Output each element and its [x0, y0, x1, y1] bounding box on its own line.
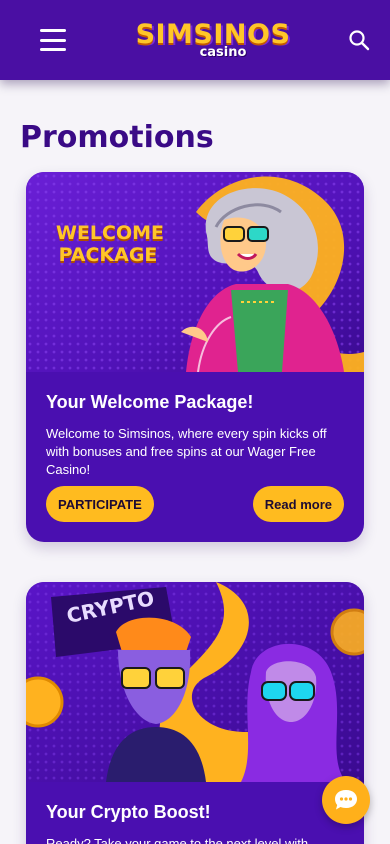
promotion-card-welcome: WELCOME PACKAGE Your Welcome Package! We…: [26, 172, 364, 542]
promotion-title: Your Welcome Package!: [46, 392, 254, 412]
promotion-description: Ready? Take your game to the next level …: [46, 836, 309, 844]
chat-bubble-icon[interactable]: [322, 776, 370, 824]
participate-button[interactable]: PARTICIPATE: [46, 486, 154, 522]
site-logo[interactable]: SIMSINOS casino: [136, 21, 291, 60]
promotion-banner-image: CRYPTO: [26, 582, 364, 782]
promotion-card-body: Your Welcome Package! Welcome to Simsino…: [26, 372, 364, 479]
promotion-title: Your Crypto Boost!: [46, 802, 211, 822]
banner-headline: WELCOME PACKAGE: [56, 222, 165, 266]
page-title: Promotions: [20, 120, 214, 155]
search-icon[interactable]: [348, 29, 370, 51]
logo-subtitle: casino: [199, 45, 247, 60]
top-navigation-bar: SIMSINOS casino: [0, 0, 390, 80]
promotion-description: Welcome to Simsinos, where every spin ki…: [46, 426, 327, 477]
promotion-card-body: Your Crypto Boost! Ready? Take your game…: [26, 782, 364, 844]
read-more-button[interactable]: Read more: [252, 486, 344, 522]
promotion-actions: PARTICIPATE Read more: [46, 486, 344, 522]
hamburger-menu-icon[interactable]: [40, 29, 66, 51]
promotion-banner-image: WELCOME PACKAGE: [26, 172, 364, 372]
promotion-card-crypto: CRYPTO Your Crypto Boost! Ready? Take yo…: [26, 582, 364, 844]
